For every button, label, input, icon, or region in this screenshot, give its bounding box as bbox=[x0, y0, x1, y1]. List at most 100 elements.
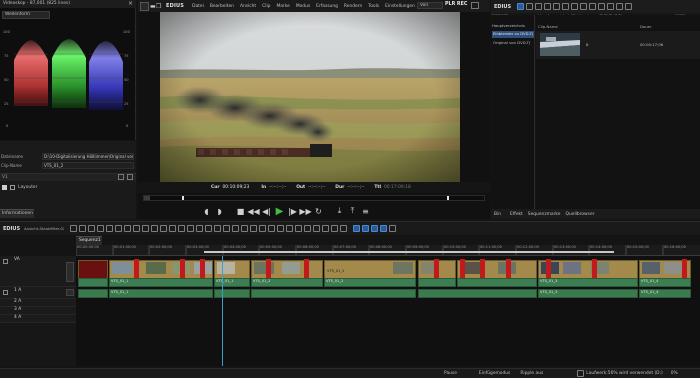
timeline-ruler[interactable]: 00:00:00;00 00:01:00;00 00:02:00;00 00:0… bbox=[76, 245, 700, 256]
copy-icon[interactable] bbox=[580, 3, 588, 10]
track-patch-v[interactable] bbox=[66, 262, 74, 282]
menu-tools[interactable]: Tools bbox=[368, 4, 379, 9]
bin-menu-icon[interactable] bbox=[625, 3, 633, 10]
col-header-duration[interactable]: Dauer bbox=[640, 24, 652, 29]
tab-effekt[interactable]: Effekt bbox=[510, 212, 523, 217]
audio-clip[interactable] bbox=[214, 289, 250, 298]
link-icon[interactable] bbox=[277, 225, 285, 232]
back-icon[interactable] bbox=[535, 3, 543, 10]
loop-icon[interactable]: ↻ bbox=[312, 207, 325, 216]
timeline-settings-icon[interactable] bbox=[331, 225, 339, 232]
close-icon[interactable]: × bbox=[128, 1, 134, 7]
menu-erfassung[interactable]: Erfassung bbox=[316, 4, 338, 9]
track-header-va[interactable]: VA bbox=[0, 256, 76, 287]
va-audio-clip[interactable]: VTS_01_3 bbox=[538, 278, 638, 287]
cut-clip-icon[interactable] bbox=[133, 225, 141, 232]
sequence-tab[interactable]: Sequenz1 bbox=[76, 236, 102, 245]
overflow-menu-icon[interactable] bbox=[389, 225, 397, 232]
audio-clip[interactable] bbox=[78, 289, 108, 298]
tab-bin[interactable]: Bin bbox=[494, 212, 501, 217]
title-icon[interactable] bbox=[214, 225, 222, 232]
tc-dur-value[interactable]: --:--:--;-- bbox=[347, 185, 364, 190]
scrubber-out-marker[interactable] bbox=[447, 196, 449, 200]
tab-informationen[interactable]: Informationen bbox=[0, 209, 34, 218]
play-icon[interactable]: ▶ bbox=[273, 206, 286, 217]
step-forward-icon[interactable]: |▶ bbox=[286, 207, 299, 216]
add-clip-icon[interactable] bbox=[553, 3, 561, 10]
menu-einstellungen[interactable]: Einstellungen bbox=[385, 4, 415, 9]
mode-indicator[interactable]: PLR REC bbox=[445, 2, 467, 7]
view-mode-icon[interactable] bbox=[616, 3, 624, 10]
effect-checkbox[interactable] bbox=[2, 185, 7, 190]
tab-quellbrowser[interactable]: Quellbrowser bbox=[566, 212, 595, 217]
split-icon[interactable] bbox=[178, 225, 186, 232]
mixer-icon[interactable] bbox=[196, 225, 204, 232]
menu-clip[interactable]: Clip bbox=[262, 4, 270, 9]
clip-row[interactable]: 8 00:00:17;06 bbox=[536, 31, 700, 59]
marker-icon[interactable] bbox=[223, 225, 231, 232]
view-toggle-4-icon[interactable] bbox=[380, 225, 388, 232]
cut-icon[interactable] bbox=[571, 3, 579, 10]
va-audio-clip[interactable]: VTS_01_2 bbox=[324, 278, 416, 287]
effect-item-layouter[interactable]: Layouter bbox=[2, 184, 134, 191]
tab-sequenzmarke[interactable]: Sequenzmarke bbox=[528, 212, 561, 217]
track-height-icon[interactable] bbox=[322, 225, 330, 232]
va-audio-clip[interactable]: VTS_01_2 bbox=[251, 278, 323, 287]
in-out-range-bar[interactable] bbox=[204, 251, 614, 253]
tc-in-value[interactable]: --:--:--;-- bbox=[269, 185, 286, 190]
overwrite-icon[interactable]: ⤒ bbox=[346, 206, 359, 216]
menu-bearbeiten[interactable]: Bearbeiten bbox=[210, 4, 234, 9]
properties-icon[interactable] bbox=[607, 3, 615, 10]
playback-scrubber[interactable] bbox=[143, 195, 485, 201]
effect-delete-icon[interactable] bbox=[127, 174, 133, 180]
group-icon[interactable] bbox=[268, 225, 276, 232]
folder-root[interactable]: Hauptverzeichnis bbox=[492, 23, 534, 28]
mode-icon[interactable] bbox=[79, 225, 87, 232]
menu-app-icon[interactable] bbox=[140, 1, 149, 11]
va-audio-clip[interactable] bbox=[78, 278, 108, 287]
view-toggle-1-icon[interactable] bbox=[353, 225, 361, 232]
restore-icon[interactable]: ❐ bbox=[156, 2, 162, 11]
menu-rendern[interactable]: Rendern bbox=[344, 4, 362, 9]
scrubber-in-marker[interactable] bbox=[182, 196, 184, 200]
snap-icon[interactable] bbox=[259, 225, 267, 232]
rewind-icon[interactable]: ◀◀ bbox=[247, 207, 260, 216]
add-cut-icon[interactable] bbox=[187, 225, 195, 232]
menu-icon[interactable]: ≡ bbox=[359, 207, 372, 216]
effect-icon[interactable] bbox=[205, 225, 213, 232]
new-sequence-icon[interactable] bbox=[88, 225, 96, 232]
status-insert-mode[interactable]: Einfügemodus bbox=[479, 371, 510, 376]
tc-out-value[interactable]: --:--:--;-- bbox=[308, 185, 325, 190]
save-icon[interactable] bbox=[106, 225, 114, 232]
folder-item-original[interactable]: Original von DVD-TJ bbox=[492, 40, 534, 45]
set-out-icon[interactable]: ◗ bbox=[213, 207, 226, 216]
undo-icon[interactable] bbox=[115, 225, 123, 232]
copy-clip-icon[interactable] bbox=[142, 225, 150, 232]
delete-icon[interactable] bbox=[598, 3, 606, 10]
zoom-in-icon[interactable] bbox=[304, 225, 312, 232]
audio-waveform-icon[interactable] bbox=[286, 225, 294, 232]
video-lock-icon[interactable] bbox=[3, 259, 8, 264]
sync-icon[interactable] bbox=[250, 225, 258, 232]
redo-icon[interactable] bbox=[124, 225, 132, 232]
scope-mode-select[interactable]: Wellenform bbox=[2, 11, 50, 19]
menu-marke[interactable]: Marke bbox=[276, 4, 289, 9]
audio-clip[interactable]: VTS_01_3 bbox=[538, 289, 638, 298]
open-icon[interactable] bbox=[97, 225, 105, 232]
va-audio-clip[interactable]: VTS_01_1 bbox=[109, 278, 213, 287]
folder-item-einblender[interactable]: Einblender zu DVD-TJ bbox=[492, 31, 534, 38]
track-header-1a[interactable]: 1 A bbox=[0, 287, 76, 299]
audio-clip[interactable] bbox=[418, 289, 537, 298]
search-icon[interactable] bbox=[526, 3, 534, 10]
menu-ansicht[interactable]: Ansicht bbox=[240, 4, 256, 9]
stop-icon[interactable]: ■ bbox=[234, 207, 247, 216]
tc-cur-value[interactable]: 00:10:09;23 bbox=[223, 185, 250, 190]
va-audio-clip[interactable] bbox=[457, 278, 537, 287]
folder-view-icon[interactable] bbox=[517, 3, 525, 10]
va-audio-clip[interactable]: VTS_01_4 bbox=[639, 278, 691, 287]
capture-icon[interactable] bbox=[562, 3, 570, 10]
step-back-icon[interactable]: ◀| bbox=[260, 207, 273, 216]
audio-clip[interactable]: VTS_01_1 bbox=[109, 289, 213, 298]
audio-mute-icon[interactable] bbox=[3, 290, 8, 295]
fit-icon[interactable] bbox=[313, 225, 321, 232]
